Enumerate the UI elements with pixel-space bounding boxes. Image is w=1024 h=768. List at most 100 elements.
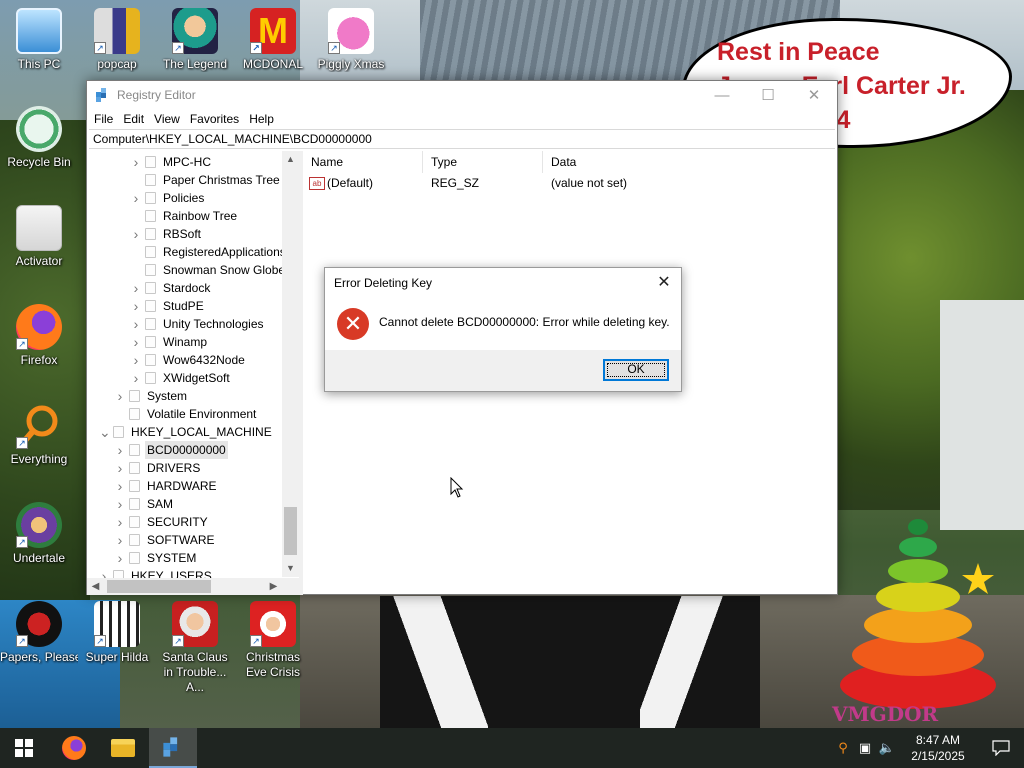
tree-node[interactable]: Paper Christmas Tree — [87, 171, 287, 189]
scroll-up-arrow-icon[interactable]: ▲ — [282, 151, 299, 168]
tree-node-label: Unity Technologies — [163, 317, 264, 331]
taskbar-registry-editor[interactable] — [149, 728, 197, 768]
menu-favorites[interactable]: Favorites — [185, 112, 244, 126]
chevron-right-icon[interactable]: › — [115, 495, 125, 513]
title-bar[interactable]: Registry Editor — ☐ ✕ — [87, 81, 837, 109]
chevron-down-icon[interactable]: ⌄ — [99, 423, 111, 441]
scroll-down-arrow-icon[interactable]: ▼ — [282, 560, 299, 577]
recycle-bin-icon — [16, 106, 62, 152]
close-button[interactable]: ✕ — [791, 81, 837, 109]
start-button[interactable] — [0, 728, 48, 768]
desktop-icon-the-legend[interactable]: ↗ The Legend — [156, 8, 234, 72]
tree-vertical-scrollbar[interactable]: ▲ ▼ — [282, 151, 299, 577]
tree-node[interactable]: › System — [87, 387, 287, 405]
clock[interactable]: 8:47 AM 2/15/2025 — [898, 732, 978, 764]
column-header-type[interactable]: Type — [423, 151, 543, 173]
tree-node[interactable]: › RBSoft — [87, 225, 287, 243]
everything-tray-icon[interactable]: ⚲ — [832, 740, 854, 756]
taskbar-file-explorer[interactable] — [99, 728, 147, 768]
chevron-right-icon[interactable]: › — [115, 441, 125, 459]
chevron-right-icon[interactable]: › — [115, 387, 125, 405]
chevron-right-icon[interactable]: › — [131, 315, 141, 333]
menu-view[interactable]: View — [149, 112, 185, 126]
desktop-icon-piggly-xmas[interactable]: ↗ Piggly Xmas — [312, 8, 390, 72]
chevron-right-icon[interactable]: › — [131, 189, 141, 207]
tree-node[interactable]: Volatile Environment — [87, 405, 287, 423]
desktop-icon-christmas-eve-crisis[interactable]: ↗ Christmas Eve Crisis — [234, 601, 312, 680]
chevron-right-icon[interactable]: › — [131, 369, 141, 387]
chevron-right-icon[interactable]: › — [131, 351, 141, 369]
menu-edit[interactable]: Edit — [118, 112, 149, 126]
tree-node[interactable]: Rainbow Tree — [87, 207, 287, 225]
chevron-right-icon[interactable]: › — [115, 531, 125, 549]
tree-node[interactable]: › MPC-HC — [87, 153, 287, 171]
menu-file[interactable]: File — [89, 112, 118, 126]
tree-node[interactable]: › SECURITY — [87, 513, 287, 531]
tree-node[interactable]: › SOFTWARE — [87, 531, 287, 549]
chevron-right-icon[interactable]: › — [115, 549, 125, 567]
chevron-right-icon[interactable]: › — [131, 153, 141, 171]
column-header-name[interactable]: Name — [303, 151, 423, 173]
chevron-right-icon[interactable]: › — [115, 513, 125, 531]
scrollbar-thumb[interactable] — [284, 507, 297, 555]
chevron-right-icon[interactable]: › — [131, 297, 141, 315]
desktop-icon-mcdonalds[interactable]: M ↗ MCDONAL — [234, 8, 312, 72]
chevron-right-icon[interactable]: › — [115, 459, 125, 477]
tree-node[interactable]: › Unity Technologies — [87, 315, 287, 333]
tree-node[interactable]: › DRIVERS — [87, 459, 287, 477]
popcap-icon: ↗ — [94, 8, 140, 54]
error-dialog[interactable]: Error Deleting Key ✕ ✕ Cannot delete BCD… — [324, 267, 682, 392]
mouse-pointer-icon — [450, 477, 464, 498]
tree-node[interactable]: Snowman Snow Globe — [87, 261, 287, 279]
tree-node[interactable]: › Policies — [87, 189, 287, 207]
address-bar[interactable]: Computer\HKEY_LOCAL_MACHINE\BCD00000000 — [89, 129, 835, 149]
menu-help[interactable]: Help — [244, 112, 279, 126]
desktop-icon-activator[interactable]: Activator — [0, 205, 78, 269]
chevron-right-icon[interactable]: › — [131, 333, 141, 351]
desktop-icon-everything[interactable]: ↗ Everything — [0, 403, 78, 467]
minimize-button[interactable]: — — [699, 81, 745, 109]
ok-button[interactable]: OK — [603, 359, 669, 381]
key-tree: › MPC-HC Paper Christmas Tree › Policies Rain… — [87, 153, 287, 585]
dialog-close-button[interactable]: ✕ — [653, 272, 675, 294]
chevron-right-icon[interactable]: › — [131, 225, 141, 243]
tree-node[interactable]: RegisteredApplications — [87, 243, 287, 261]
tree-node[interactable]: › SYSTEM — [87, 549, 287, 567]
desktop-icon-papers-please[interactable]: ↗ Papers, Please — [0, 601, 78, 665]
network-icon[interactable]: ▣ — [854, 740, 876, 756]
tree-node[interactable]: › Stardock — [87, 279, 287, 297]
tree-node-label: SAM — [147, 497, 174, 511]
value-row[interactable]: ab (Default) REG_SZ (value not set) — [303, 173, 837, 193]
wallpaper-collar-left — [378, 596, 488, 728]
clock-date: 2/15/2025 — [911, 749, 965, 763]
desktop-icon-firefox[interactable]: ↗ Firefox — [0, 304, 78, 368]
tree-node[interactable]: › Wow6432Node — [87, 351, 287, 369]
maximize-button[interactable]: ☐ — [745, 81, 791, 109]
desktop-icon-recycle-bin[interactable]: Recycle Bin — [0, 106, 78, 170]
column-header-data[interactable]: Data — [543, 151, 733, 173]
desktop-icon-undertale[interactable]: ↗ Undertale — [0, 502, 78, 566]
taskbar-firefox[interactable] — [50, 728, 98, 768]
action-center-button[interactable] — [978, 728, 1024, 768]
chevron-right-icon[interactable]: › — [115, 477, 125, 495]
desktop-icon-super-hilda[interactable]: ↗ Super Hilda — [78, 601, 156, 665]
tree-horizontal-scrollbar[interactable]: ◀ ▶ — [87, 578, 299, 595]
desktop-icon-this-pc[interactable]: This PC — [0, 8, 78, 72]
registry-key-icon — [145, 192, 156, 204]
volume-icon[interactable]: 🔈 — [876, 740, 898, 756]
desktop-icon-popcap[interactable]: ↗ popcap — [78, 8, 156, 72]
desktop-icon-santa-claus[interactable]: ↗ Santa Claus in Trouble... A... — [156, 601, 234, 695]
scroll-left-arrow-icon[interactable]: ◀ — [87, 578, 104, 595]
scroll-right-arrow-icon[interactable]: ▶ — [265, 578, 282, 595]
tree-node[interactable]: › BCD00000000 — [87, 441, 287, 459]
chevron-right-icon[interactable]: › — [131, 279, 141, 297]
tree-node[interactable]: › HARDWARE — [87, 477, 287, 495]
tree-node[interactable]: › StudPE — [87, 297, 287, 315]
tree-node[interactable]: › Winamp — [87, 333, 287, 351]
tree-node[interactable]: ⌄ HKEY_LOCAL_MACHINE — [87, 423, 287, 441]
tree-node[interactable]: › SAM — [87, 495, 287, 513]
tree-node[interactable]: › XWidgetSoft — [87, 369, 287, 387]
shortcut-arrow-icon: ↗ — [250, 635, 262, 647]
scrollbar-thumb[interactable] — [107, 580, 211, 593]
key-tree-pane[interactable]: › MPC-HC Paper Christmas Tree › Policies Rain… — [87, 151, 303, 595]
